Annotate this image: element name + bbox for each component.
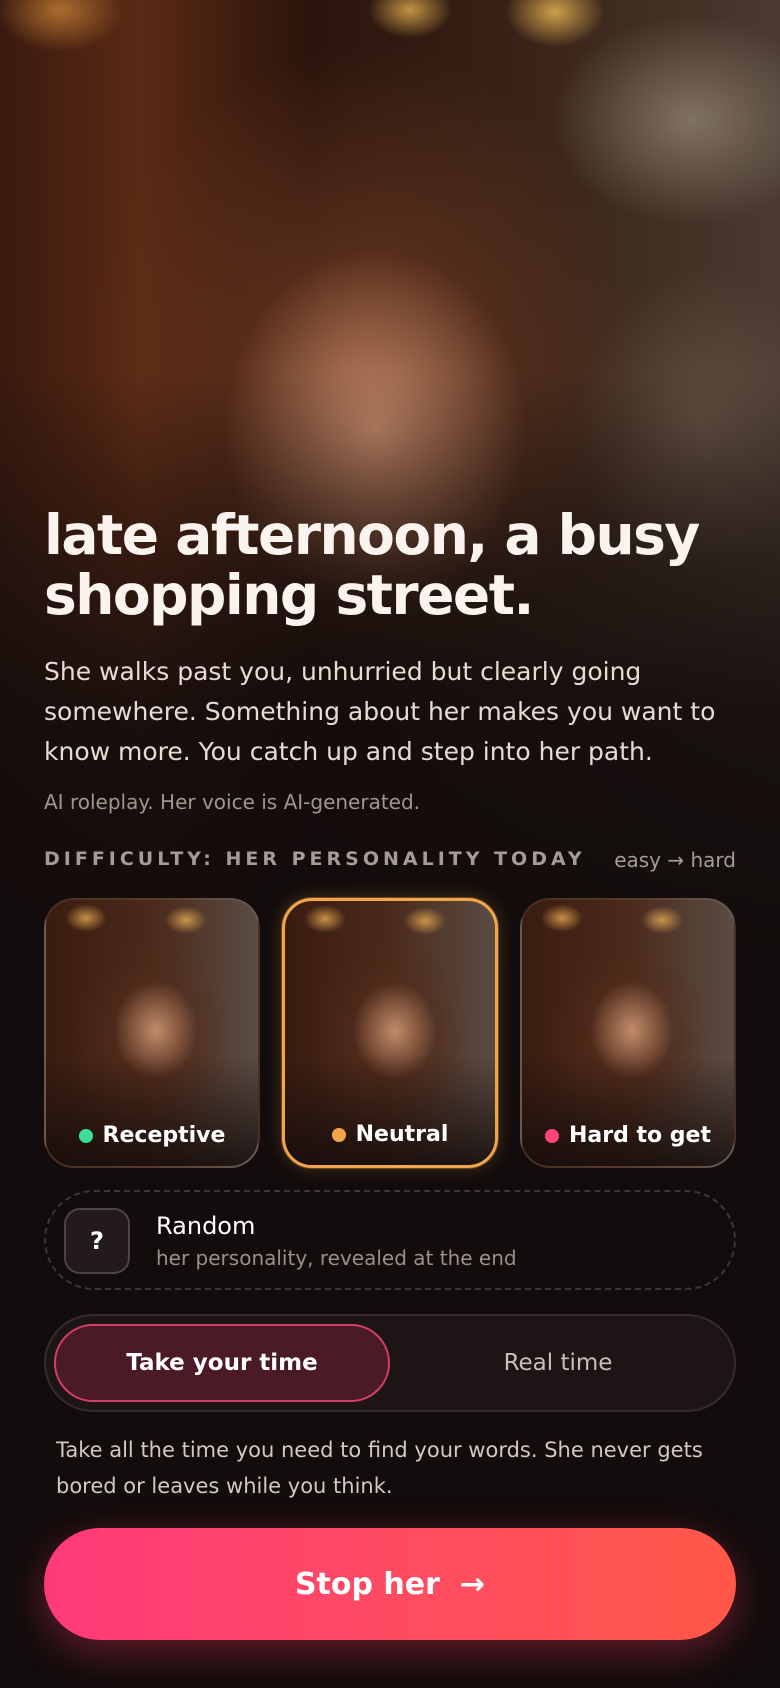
scene-title: late afternoon, a busy shopping street. [44, 503, 700, 627]
cta-label: Stop her [294, 1566, 440, 1602]
take-your-time-button[interactable]: Take your time [54, 1324, 390, 1402]
personality-card-label: Neutral [285, 1122, 495, 1147]
personality-options: Receptive Neutral Hard to get [44, 898, 736, 1168]
scene-description: She walks past you, unhurried but clearl… [44, 657, 716, 766]
difficulty-header: DIFFICULTY: HER PERSONALITY TODAY easy →… [44, 848, 736, 876]
question-mark-icon: ? [64, 1208, 130, 1274]
status-dot-icon [78, 1128, 93, 1143]
ai-disclaimer: AI roleplay. Her voice is AI-generated. [44, 790, 421, 814]
personality-card-hard-to-get[interactable]: Hard to get [520, 898, 736, 1168]
random-personality-option[interactable]: ? Random her personality, revealed at th… [44, 1190, 736, 1290]
real-time-button[interactable]: Real time [390, 1324, 726, 1402]
random-subtitle: her personality, revealed at the end [156, 1246, 517, 1270]
personality-card-label: Receptive [46, 1123, 258, 1148]
difficulty-label: DIFFICULTY: HER PERSONALITY TODAY [44, 848, 586, 870]
personality-card-label: Hard to get [522, 1123, 734, 1148]
random-title: Random [156, 1212, 256, 1240]
personality-card-neutral[interactable]: Neutral [282, 898, 498, 1168]
personality-card-receptive[interactable]: Receptive [44, 898, 260, 1168]
difficulty-scale: easy → hard [614, 848, 736, 872]
pace-toggle: Take your time Real time [44, 1314, 736, 1412]
status-dot-icon [331, 1127, 346, 1142]
personality-name: Neutral [355, 1122, 449, 1147]
personality-name: Hard to get [569, 1123, 711, 1148]
stop-her-button[interactable]: Stop her → [44, 1528, 736, 1640]
arrow-right-icon: → [459, 1566, 486, 1602]
personality-name: Receptive [102, 1123, 226, 1148]
hero-background-photo [0, 0, 780, 980]
status-dot-icon [545, 1128, 559, 1143]
mode-description: Take all the time you need to find your … [56, 1438, 703, 1498]
